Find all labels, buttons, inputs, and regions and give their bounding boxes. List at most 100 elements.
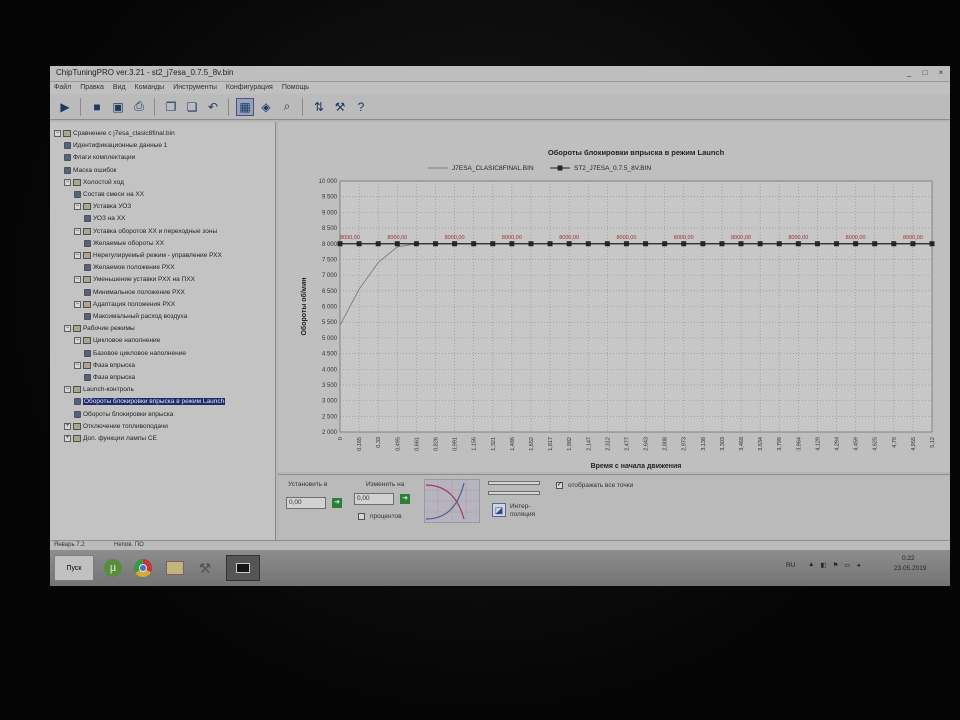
collapse-icon[interactable]: −	[74, 227, 81, 235]
map-view-icon[interactable]: ◈	[257, 98, 275, 116]
clock-date[interactable]: 23.05.2019	[894, 565, 927, 572]
tree-item[interactable]: − Нерегулируемый режим - управление РХХ	[74, 250, 222, 261]
x-tick-label: 2,147	[586, 437, 592, 451]
compare-icon[interactable]: ⇅	[310, 98, 328, 116]
menu-view[interactable]: Вид	[113, 82, 126, 94]
tray-network-icon[interactable]: ◧	[820, 561, 826, 569]
tools-icon[interactable]: ⚒	[331, 98, 349, 116]
interpolation-label: Интер- поляция	[510, 503, 536, 518]
collapse-icon[interactable]: −	[64, 178, 71, 186]
menu-help[interactable]: Помощь	[282, 82, 309, 94]
tree-item[interactable]: Идентификационные данные 1	[64, 140, 167, 151]
tree-item[interactable]: − Launch-контроль	[64, 384, 134, 395]
tree-item[interactable]: Флаги комплектации	[64, 152, 135, 163]
menu-commands[interactable]: Команды	[135, 82, 165, 94]
print-icon[interactable]: ⎙	[130, 98, 148, 116]
collapse-icon[interactable]: −	[64, 325, 71, 333]
minimize-button[interactable]: _	[904, 68, 914, 78]
search-icon[interactable]: ⌕	[278, 98, 296, 116]
tray-monitor-icon[interactable]: ▭	[844, 561, 850, 569]
menu-edit[interactable]: Правка	[80, 82, 104, 94]
collapse-icon[interactable]: −	[74, 203, 81, 211]
tree-item[interactable]: Желаемое положение РХХ	[84, 262, 175, 273]
chart-view-icon[interactable]: ▦	[236, 97, 254, 116]
tree-item[interactable]: Обороты блокировки впрыска	[74, 409, 173, 420]
tree-item[interactable]: − Цикловое наполнение	[74, 335, 160, 346]
tree-item[interactable]: − Уменьшение уставки РХХ на ПХХ	[74, 274, 195, 285]
collapse-icon[interactable]: −	[54, 130, 61, 137]
clock-time[interactable]: 0:22	[902, 555, 915, 562]
data-label: 8000,00	[788, 235, 808, 241]
tree-item[interactable]: Обороты блокировки впрыска в режим Launc…	[74, 396, 226, 407]
menu-tools[interactable]: Инструменты	[173, 82, 217, 94]
save-as-icon[interactable]: ▣	[109, 98, 127, 116]
tree-item-label: Максимальный расход воздуха	[93, 313, 188, 320]
tree-item[interactable]: + Отключение топливоподачи	[64, 421, 168, 432]
collapse-icon[interactable]: −	[74, 337, 81, 345]
tree-item[interactable]: Состав смеси на ХХ	[74, 189, 144, 200]
legend-marker-series-2	[557, 165, 563, 171]
paste-icon[interactable]: ❏	[183, 98, 201, 116]
close-button[interactable]: ×	[936, 68, 946, 78]
map-table-icon	[64, 154, 71, 162]
slider-bottom[interactable]	[488, 491, 540, 495]
folder-icon	[83, 337, 91, 345]
x-tick-label: 1,156	[472, 437, 478, 451]
tree-item[interactable]: Фаза впрыска	[84, 372, 135, 383]
torrent-app-icon[interactable]: µ	[100, 555, 126, 581]
show-all-points-checkbox[interactable]: ✓	[556, 482, 563, 489]
data-point	[413, 241, 419, 247]
language-indicator[interactable]: RU	[786, 562, 795, 569]
collapse-icon[interactable]: −	[64, 386, 71, 394]
slider-top[interactable]	[488, 481, 540, 485]
collapse-icon[interactable]: −	[74, 252, 81, 259]
apply-set-arrow-icon[interactable]: ➜	[332, 498, 342, 508]
tree-item[interactable]: − Уставка оборотов ХХ и переходные зоны	[74, 226, 217, 237]
help-icon[interactable]: ?	[352, 98, 370, 116]
collapse-icon[interactable]: −	[74, 300, 81, 308]
percent-checkbox[interactable]	[358, 513, 365, 520]
open-icon[interactable]: ▶	[56, 98, 74, 116]
tree-item[interactable]: Желаемые обороты ХХ	[84, 238, 164, 249]
tree-item[interactable]: − Холостой ход	[64, 177, 124, 188]
interpolation-icon[interactable]: ◪	[492, 503, 506, 517]
tray-icons: ▲ ◧ ⚑ ▭ ◂	[808, 561, 860, 569]
undo-icon[interactable]: ↶	[204, 98, 222, 116]
change-value-input[interactable]: 0,00	[354, 493, 394, 505]
tray-flag-icon[interactable]: ⚑	[833, 561, 839, 569]
menu-config[interactable]: Конфигурация	[226, 82, 273, 94]
tree-item[interactable]: − Сравнение с j7esa_clasic8final.bin	[54, 128, 175, 139]
collapse-icon[interactable]: −	[74, 276, 81, 284]
expand-icon[interactable]: +	[64, 422, 71, 430]
tree-item[interactable]: Маска ошибок	[64, 165, 116, 176]
tree-item[interactable]: − Рабочие режимы	[64, 323, 135, 334]
save-icon[interactable]: ■	[88, 98, 106, 116]
copy-icon[interactable]: ❐	[162, 98, 180, 116]
data-point	[681, 241, 687, 247]
tool-app-icon[interactable]: ⚒	[192, 555, 218, 581]
set-value-input[interactable]: 0,00	[286, 497, 326, 509]
maximize-button[interactable]: □	[920, 68, 930, 78]
tree-item[interactable]: + Доп. функции лампы CE	[64, 433, 157, 444]
chiptuning-task-icon[interactable]	[226, 555, 260, 581]
explorer-icon[interactable]	[162, 555, 188, 581]
y-tick-label: 9 000	[322, 210, 338, 216]
tree-item[interactable]: Максимальный расход воздуха	[84, 311, 187, 322]
x-tick-label: 0,165	[357, 437, 363, 451]
collapse-icon[interactable]: −	[74, 361, 81, 369]
tree-item[interactable]: Минимальное положение РХХ	[84, 287, 185, 298]
tray-up-icon[interactable]: ▲	[808, 561, 814, 569]
menu-file[interactable]: Файл	[54, 82, 71, 94]
tray-speaker-icon[interactable]: ◂	[857, 561, 860, 569]
tree-item[interactable]: УОЗ на ХХ	[84, 213, 125, 224]
tree-item[interactable]: − Фаза впрыска	[74, 360, 135, 371]
data-point	[566, 241, 572, 247]
expand-icon[interactable]: +	[64, 435, 71, 442]
apply-change-arrow-icon[interactable]: ➜	[400, 494, 410, 504]
tree-item[interactable]: − Уставка УОЗ	[74, 201, 131, 212]
chrome-icon[interactable]	[130, 555, 156, 581]
tree-item[interactable]: − Адаптация положения РХХ	[74, 299, 175, 310]
tree-item[interactable]: Базовое цикловое наполнение	[84, 348, 186, 359]
start-button[interactable]: Пуск	[54, 555, 94, 581]
folder-icon	[83, 276, 91, 284]
